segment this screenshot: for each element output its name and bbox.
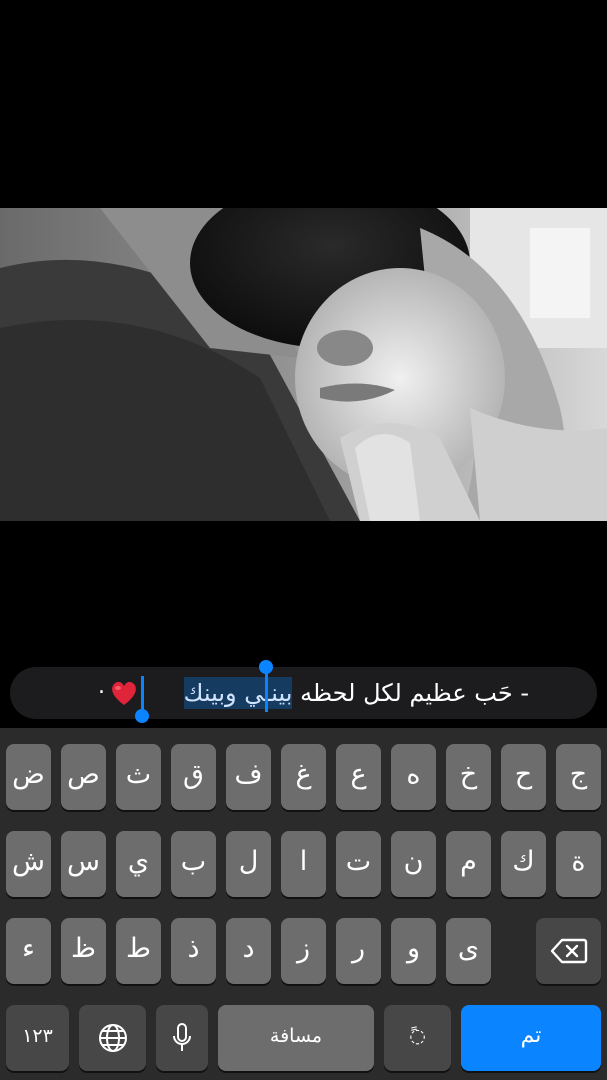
- key-alif[interactable]: ا: [281, 831, 326, 897]
- microphone-icon: [173, 1023, 191, 1051]
- selection-handle-start[interactable]: [265, 670, 268, 712]
- key-kaf[interactable]: ك: [501, 831, 546, 897]
- caption-selected-text[interactable]: بينـي وبينك: [183, 677, 293, 709]
- key-waw[interactable]: و: [391, 918, 436, 984]
- caption-prefix: - حَب عظيم لكل لحظه: [300, 679, 529, 707]
- red-heart-emoji: [112, 681, 136, 705]
- key-haa[interactable]: ح: [501, 744, 546, 810]
- key-khaa[interactable]: خ: [446, 744, 491, 810]
- key-dal[interactable]: د: [226, 918, 271, 984]
- key-sad[interactable]: ص: [61, 744, 106, 810]
- key-hamza[interactable]: ء: [6, 918, 51, 984]
- key-zay[interactable]: ز: [281, 918, 326, 984]
- key-ha[interactable]: ه: [391, 744, 436, 810]
- key-thaa[interactable]: ث: [116, 744, 161, 810]
- done-key[interactable]: تم: [461, 1005, 601, 1071]
- caption-text: - حَب عظيم لكل لحظه بينـي وبينك: [183, 667, 529, 719]
- key-noon[interactable]: ن: [391, 831, 436, 897]
- microphone-key[interactable]: [156, 1005, 208, 1071]
- caption-suffix: .: [98, 674, 105, 699]
- key-taa-heavy[interactable]: ط: [116, 918, 161, 984]
- globe-icon: [98, 1024, 127, 1052]
- key-alif-maqsura[interactable]: ى: [446, 918, 491, 984]
- key-ain[interactable]: ع: [336, 744, 381, 810]
- key-taa-marbuta[interactable]: ة: [556, 831, 601, 897]
- globe-key[interactable]: [79, 1005, 146, 1071]
- key-zaa[interactable]: ظ: [61, 918, 106, 984]
- key-ghain[interactable]: غ: [281, 744, 326, 810]
- key-raa[interactable]: ر: [336, 918, 381, 984]
- arabic-keyboard: ج ح خ ه ع غ ف ق ث ص ض ة ك م ن ت ا ل ب ي …: [0, 728, 607, 1080]
- key-thal[interactable]: ذ: [171, 918, 216, 984]
- diacritic-key[interactable]: ً◌: [384, 1005, 451, 1071]
- key-baa[interactable]: ب: [171, 831, 216, 897]
- numbers-key[interactable]: ١٢٣: [6, 1005, 69, 1071]
- delete-key[interactable]: [536, 918, 601, 984]
- key-yaa[interactable]: ي: [116, 831, 161, 897]
- key-meem[interactable]: م: [446, 831, 491, 897]
- caption-text-field[interactable]: - حَب عظيم لكل لحظه بينـي وبينك .: [10, 667, 597, 719]
- key-sheen[interactable]: ش: [6, 831, 51, 897]
- selection-handle-end-knob[interactable]: [135, 709, 149, 723]
- key-qaf[interactable]: ق: [171, 744, 216, 810]
- key-seen[interactable]: س: [61, 831, 106, 897]
- key-taa[interactable]: ت: [336, 831, 381, 897]
- key-faa[interactable]: ف: [226, 744, 271, 810]
- key-lam[interactable]: ل: [226, 831, 271, 897]
- key-jeem[interactable]: ج: [556, 744, 601, 810]
- photo-image: [0, 208, 607, 521]
- space-key[interactable]: مسافة: [218, 1005, 374, 1071]
- backspace-icon: [550, 938, 587, 964]
- key-dad[interactable]: ض: [6, 744, 51, 810]
